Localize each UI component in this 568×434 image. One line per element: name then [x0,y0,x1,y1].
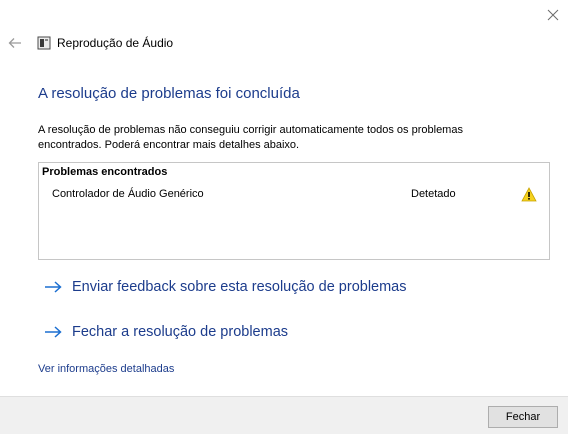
wizard-title: Reprodução de Áudio [57,36,174,50]
back-arrow-icon [8,38,21,48]
problem-name: Controlador de Áudio Genérico [52,188,204,200]
close-icon [547,9,559,21]
problem-status: Detetado [411,188,456,200]
troubleshooter-icon [37,36,51,50]
footer-bar: Fechar [0,396,568,434]
close-button[interactable]: Fechar [488,406,558,428]
view-details-link[interactable]: Ver informações detalhadas [38,363,174,375]
problem-row[interactable]: Controlador de Áudio Genérico Detetado [39,186,549,204]
close-window-button[interactable] [538,2,568,28]
problems-list: Problemas encontrados Controlador de Áud… [38,162,550,260]
page-description: A resolução de problemas não conseguiu c… [38,124,463,151]
warning-icon [521,187,537,202]
page-heading: A resolução de problemas foi concluída [38,85,300,102]
close-troubleshooter-label: Fechar a resolução de problemas [72,324,289,340]
arrow-right-icon [45,281,62,293]
arrow-right-icon [45,326,62,338]
back-button[interactable] [4,32,26,54]
send-feedback-label: Enviar feedback sobre esta resolução de … [72,279,407,295]
close-troubleshooter-link[interactable]: Fechar a resolução de problemas [44,320,288,344]
send-feedback-link[interactable]: Enviar feedback sobre esta resolução de … [44,275,407,299]
problems-header: Problemas encontrados [42,166,168,178]
